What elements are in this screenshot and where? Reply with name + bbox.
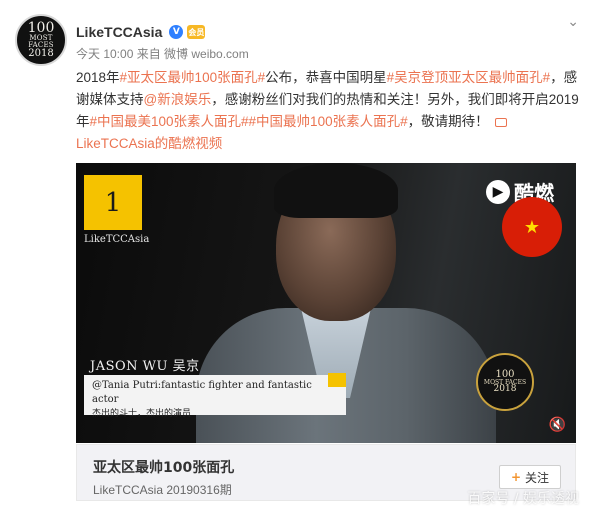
chevron-down-icon[interactable]: ⌄ [567, 14, 579, 30]
quote-english: @Tania Putri:fantastic fighter and fanta… [92, 380, 312, 405]
kuran-logo-icon: ▶ [486, 179, 510, 204]
hashtag-wujing[interactable]: #吴京登顶亚太区最帅面孔# [387, 70, 551, 85]
post-avatar[interactable]: 100 MOST FACES 2018 [15, 14, 67, 66]
follow-button[interactable]: + 关注 [499, 465, 561, 489]
card-title: 亚太区最帅100张面孔 [93, 460, 235, 476]
mention-sina-ent[interactable]: @新浪娱乐 [144, 92, 212, 107]
most-faces-badge: 100 MOST FACES 2018 [476, 353, 534, 411]
video-quote-box: @Tania Putri:fantastic fighter and fanta… [84, 375, 346, 419]
user-row: LikeTCCAsia V 会员 [76, 22, 206, 42]
content-text-5: ，敬请期待！ [407, 114, 489, 129]
vip-badge-icon[interactable]: 会员 [187, 25, 206, 39]
hashtag-asia-handsome[interactable]: #亚太区最帅100张面孔# [120, 70, 266, 85]
content-text-1: 2018年 [76, 70, 120, 85]
video-link-label: LikeTCCAsia的酷燃视频 [76, 136, 223, 151]
follow-label: 关注 [525, 470, 550, 485]
quote-accent [328, 373, 346, 387]
username-link[interactable]: LikeTCCAsia [76, 24, 162, 40]
content-text-2: 公布，恭喜中国明星 [265, 70, 387, 85]
video-link-icon [494, 118, 507, 127]
verified-icon: V [169, 25, 184, 39]
mute-icon[interactable]: 🔇 [549, 417, 566, 433]
rank-badge: 1 [84, 175, 142, 230]
hashtag-china-handsome[interactable]: #中国最帅100张素人面孔# [249, 114, 408, 129]
china-flag-icon: ★ [502, 197, 562, 257]
rank-subtitle: LikeTCCAsia [84, 234, 150, 245]
avatar-year: 2018 [28, 47, 54, 59]
video-player[interactable]: 1 LikeTCCAsia ▶ 酷燃 ★ JASON WU 吴京 @Tania … [76, 163, 576, 443]
card-subtitle: LikeTCCAsia 20190316期 [93, 483, 232, 497]
watermark: 百家号 / 娱乐透视 [467, 491, 579, 507]
hashtag-china-beautiful[interactable]: #中国最美100张素人面孔# [90, 114, 249, 129]
video-person-hair [274, 163, 398, 218]
post-meta[interactable]: 今天 10:00 来自 微博 weibo.com [76, 45, 249, 62]
post-content: 2018年#亚太区最帅100张面孔#公布，恭喜中国明星#吴京登顶亚太区最帅面孔#… [76, 67, 581, 155]
plus-icon: + [510, 470, 522, 484]
badge-year: 2018 [493, 384, 517, 395]
avatar-number: 100 [27, 19, 55, 36]
quote-chinese: 杰出的斗士，杰出的演员 [92, 409, 192, 419]
